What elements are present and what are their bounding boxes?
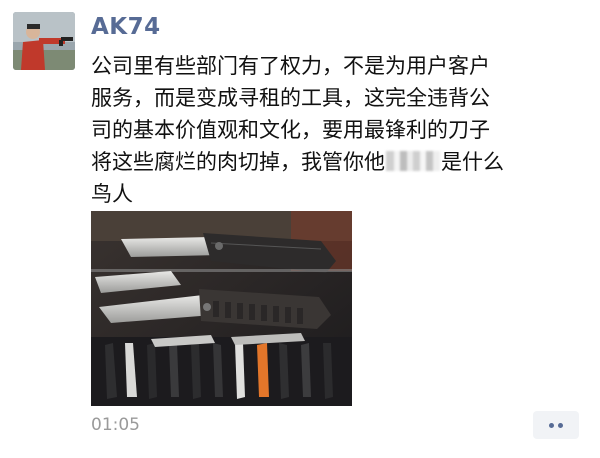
post-text-line: 鸟人 <box>91 182 133 206</box>
post-text-line: 公司里有些部门有了权力，不是为用户客户 <box>91 54 490 78</box>
more-dots-icon <box>558 423 563 428</box>
post-text-line: 服务，而是变成寻租的工具，这完全违背公 <box>91 86 490 110</box>
post-text-segment: 将这些腐烂的肉切掉，我管你他 <box>91 150 385 174</box>
more-options-button[interactable] <box>533 411 579 439</box>
post-text-line: 将这些腐烂的肉切掉，我管你他 是什么 <box>91 146 583 178</box>
username[interactable]: AK74 <box>91 14 161 40</box>
post-text: 公司里有些部门有了权力，不是为用户客户 服务，而是变成寻租的工具，这完全违背公 … <box>91 50 583 210</box>
censored-mosaic <box>386 151 440 171</box>
post-text-line: 司的基本价值观和文化，要用最锋利的刀子 <box>91 118 490 142</box>
post-photo[interactable] <box>91 211 352 406</box>
more-dots-icon <box>549 423 554 428</box>
moments-post: AK74 公司里有些部门有了权力，不是为用户客户 服务，而是变成寻租的工具，这完… <box>0 0 600 458</box>
post-text-segment: 是什么 <box>441 150 504 174</box>
post-time: 01:05 <box>91 415 140 435</box>
avatar[interactable] <box>13 12 75 70</box>
